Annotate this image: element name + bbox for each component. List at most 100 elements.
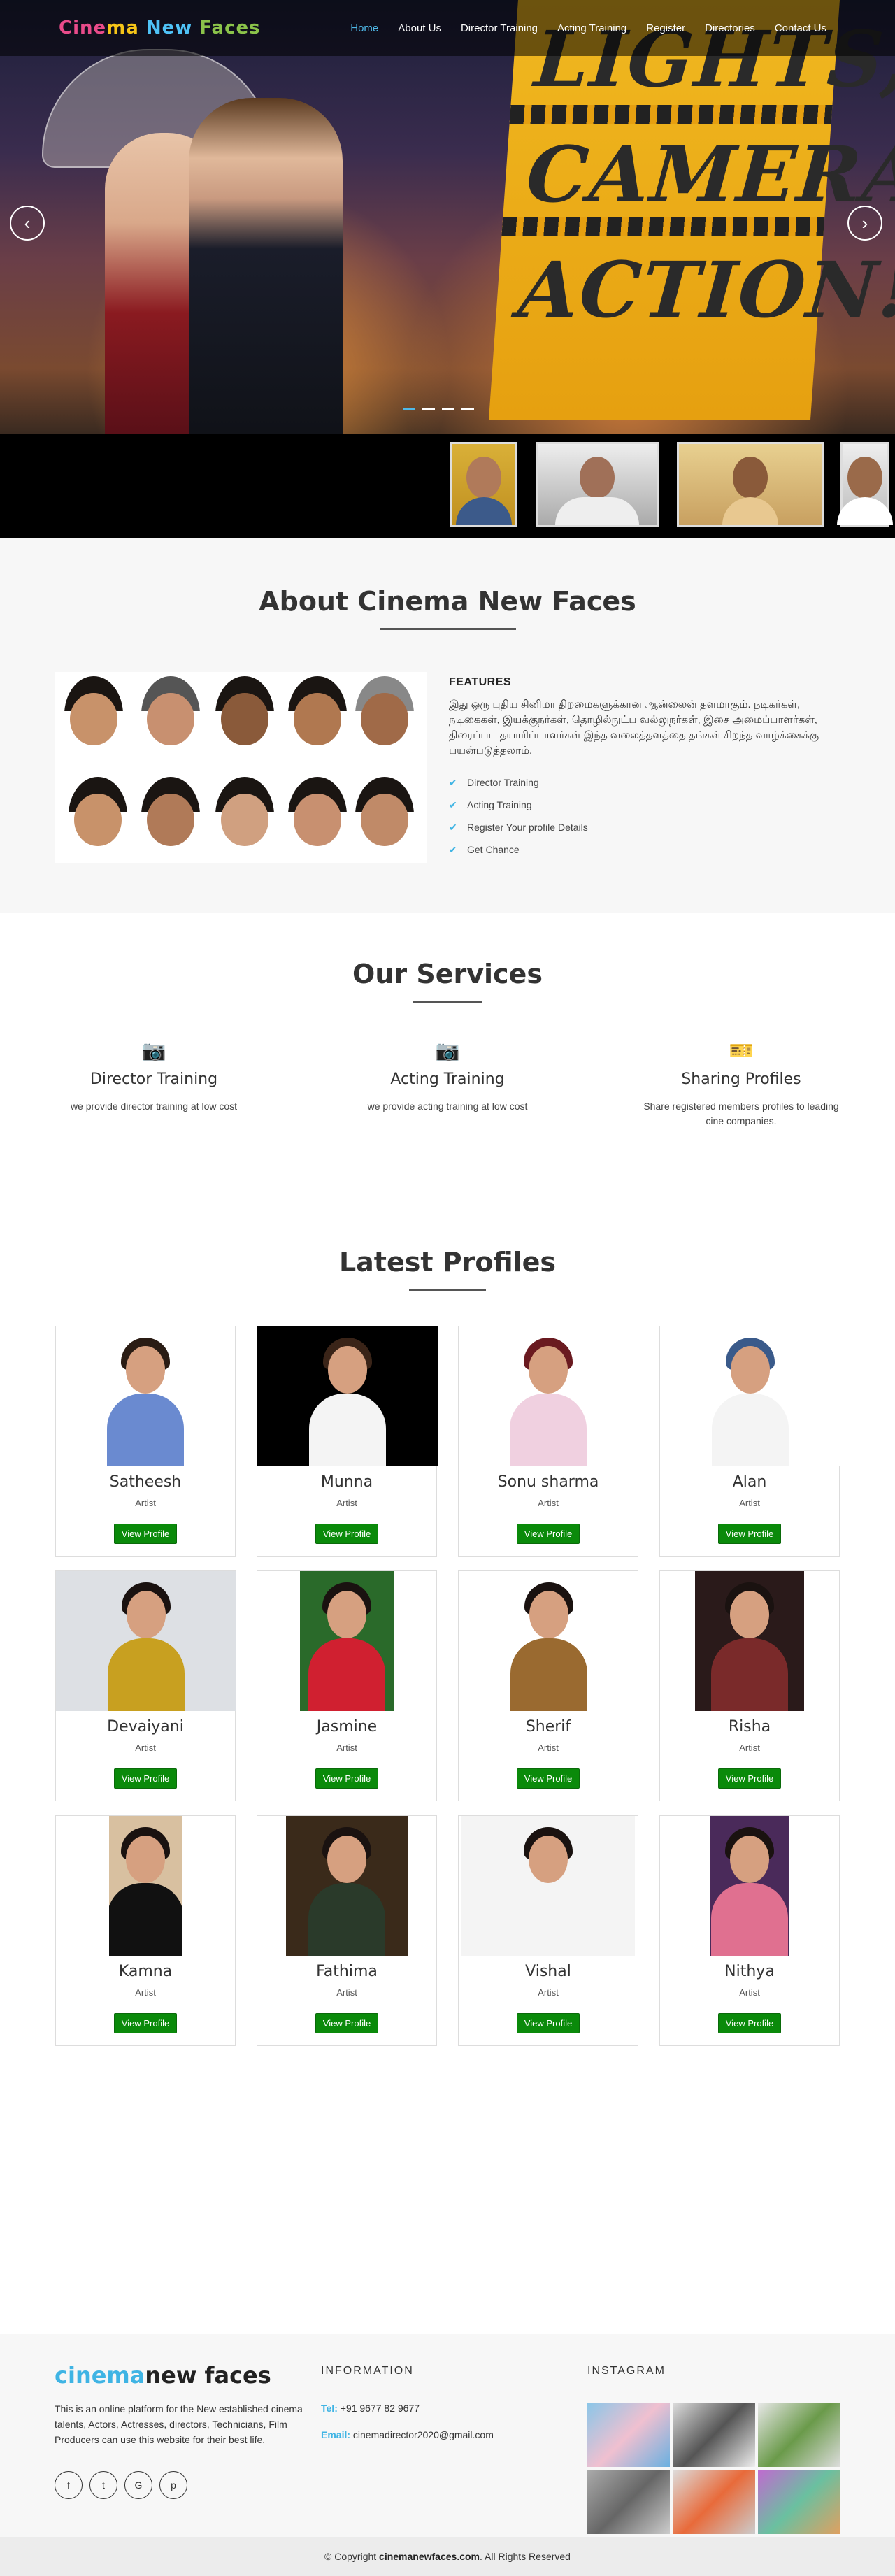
- logo-part-2: ma: [106, 17, 139, 38]
- profile-card: Sonu sharma Artist View Profile: [458, 1326, 638, 1557]
- profile-name: Satheesh: [109, 1473, 182, 1491]
- thumbnail[interactable]: [536, 442, 659, 527]
- view-profile-button[interactable]: View Profile: [113, 2013, 178, 2033]
- nav-director-training[interactable]: Director Training: [451, 22, 547, 34]
- view-profile-button[interactable]: View Profile: [113, 1768, 178, 1789]
- instagram-photo[interactable]: [673, 2403, 755, 2467]
- view-profile-button[interactable]: View Profile: [516, 1768, 580, 1789]
- view-profile-button[interactable]: View Profile: [113, 1524, 178, 1544]
- footer: cinemanew faces This is an online platfo…: [0, 2334, 895, 2537]
- footer-logo[interactable]: cinemanew faces: [55, 2362, 321, 2389]
- profile-photo[interactable]: [109, 1816, 182, 1956]
- top-navbar: Cinema New Faces Home About Us Director …: [0, 0, 895, 56]
- nav-contact-us[interactable]: Contact Us: [765, 22, 836, 34]
- service-desc: we provide acting training at low cost: [367, 1101, 528, 1112]
- profile-photo[interactable]: [257, 1326, 438, 1466]
- view-profile-button[interactable]: View Profile: [717, 1768, 782, 1789]
- camera-icon: 📷: [141, 1040, 166, 1061]
- facebook-icon[interactable]: f: [55, 2471, 83, 2499]
- features-list-item: ✔ Register Your profile Details: [449, 821, 588, 833]
- footer-email[interactable]: Email: cinemadirector2020@gmail.com: [321, 2429, 587, 2440]
- instagram-photo[interactable]: [587, 2403, 670, 2467]
- social-links: f t G p: [55, 2471, 321, 2499]
- check-icon: ✔: [449, 821, 457, 833]
- check-icon: ✔: [449, 776, 457, 788]
- profile-role: Artist: [135, 1498, 156, 1508]
- thumbnail[interactable]: [837, 442, 893, 527]
- view-profile-button[interactable]: View Profile: [516, 1524, 580, 1544]
- profile-card: Kamna Artist View Profile: [55, 1815, 236, 2046]
- check-icon: ✔: [449, 843, 457, 855]
- sign-word: CAMERA,: [524, 129, 895, 220]
- site-logo[interactable]: Cinema New Faces: [59, 17, 261, 38]
- profile-role: Artist: [538, 1743, 559, 1753]
- view-profile-button[interactable]: View Profile: [315, 1524, 379, 1544]
- profile-photo[interactable]: [660, 1326, 840, 1466]
- twitter-icon[interactable]: t: [90, 2471, 117, 2499]
- main-menu: Home About Us Director Training Acting T…: [341, 22, 836, 34]
- thumbnail[interactable]: [677, 442, 824, 527]
- slider-dot[interactable]: [403, 408, 415, 410]
- profile-card: Sherif Artist View Profile: [458, 1570, 639, 1801]
- instagram-photo[interactable]: [758, 2470, 840, 2534]
- nav-acting-training[interactable]: Acting Training: [547, 22, 636, 34]
- profile-name: Nithya: [724, 1963, 775, 1980]
- profile-name: Sherif: [525, 1718, 571, 1736]
- pinterest-icon[interactable]: p: [159, 2471, 187, 2499]
- nav-register[interactable]: Register: [636, 22, 695, 34]
- profile-photo[interactable]: [459, 1571, 639, 1711]
- profile-role: Artist: [739, 1743, 760, 1753]
- about-section: About Cinema New Faces FEATURES இது ஒரு …: [0, 538, 895, 913]
- profile-card: Munna Artist View Profile: [257, 1326, 438, 1557]
- instagram-photo[interactable]: [587, 2470, 670, 2534]
- profile-photo[interactable]: [286, 1816, 408, 1956]
- profile-role: Artist: [135, 1987, 156, 1998]
- slider-dot[interactable]: [442, 408, 454, 410]
- profile-name: Munna: [320, 1473, 373, 1491]
- google-icon[interactable]: G: [124, 2471, 152, 2499]
- view-profile-button[interactable]: View Profile: [516, 2013, 580, 2033]
- profile-photo[interactable]: [695, 1571, 804, 1711]
- profile-photo[interactable]: [501, 1326, 595, 1466]
- profile-photo[interactable]: [461, 1816, 635, 1956]
- view-profile-button[interactable]: View Profile: [717, 1524, 782, 1544]
- footer-phone: Tel: +91 9677 82 9677: [321, 2403, 420, 2414]
- hero-man: [189, 98, 343, 434]
- profile-photo[interactable]: [710, 1816, 789, 1956]
- nav-directories[interactable]: Directories: [695, 22, 765, 34]
- profile-card: Vishal Artist View Profile: [458, 1815, 638, 2046]
- profile-name: Vishal: [525, 1963, 571, 1980]
- instagram-photo[interactable]: [673, 2470, 755, 2534]
- thumbnail[interactable]: [450, 442, 517, 527]
- instagram-photo[interactable]: [758, 2403, 840, 2467]
- service-director-training: 📷 Director Training we provide director …: [52, 1039, 255, 1129]
- features-list-item: ✔ Acting Training: [449, 799, 532, 811]
- profile-name: Jasmine: [316, 1718, 378, 1736]
- services-section: Our Services 📷 Director Training we prov…: [0, 913, 895, 1205]
- profile-photo[interactable]: [76, 1326, 215, 1466]
- profile-card: Devaiyani Artist View Profile: [55, 1570, 236, 1801]
- profile-photo[interactable]: [56, 1571, 236, 1711]
- copyright-site-link[interactable]: cinemanewfaces.com: [379, 2551, 480, 2562]
- slider-prev-button[interactable]: ‹: [10, 206, 45, 241]
- nav-about-us[interactable]: About Us: [388, 22, 451, 34]
- features-list: ✔ Director Training ✔ Acting Training ✔ Reg…: [449, 771, 840, 861]
- slider-next-button[interactable]: ›: [847, 206, 882, 241]
- profile-card: Jasmine Artist View Profile: [257, 1570, 437, 1801]
- slider-dot[interactable]: [461, 408, 474, 410]
- view-profile-button[interactable]: View Profile: [717, 2013, 782, 2033]
- nav-home[interactable]: Home: [341, 22, 388, 34]
- instagram-gallery: [587, 2403, 840, 2534]
- view-profile-button[interactable]: View Profile: [315, 2013, 379, 2033]
- profile-photo[interactable]: [300, 1571, 394, 1711]
- lights-camera-action-sign: LIGHTS, CAMERA, ACTION!: [489, 0, 895, 420]
- profiles-title: Latest Profiles: [338, 1247, 557, 1278]
- profile-role: Artist: [135, 1743, 156, 1753]
- slider-dot[interactable]: [422, 408, 435, 410]
- title-underline: [413, 1001, 482, 1003]
- profile-role: Artist: [739, 1987, 760, 1998]
- view-profile-button[interactable]: View Profile: [315, 1768, 379, 1789]
- title-underline: [379, 628, 516, 630]
- information-heading: INFORMATION: [321, 2365, 414, 2377]
- service-title: Sharing Profiles: [681, 1071, 801, 1088]
